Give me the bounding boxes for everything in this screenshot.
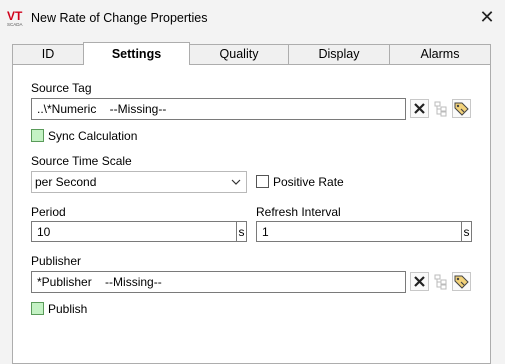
clear-x-icon[interactable] — [410, 99, 429, 118]
tab-quality[interactable]: Quality — [189, 44, 289, 64]
vtscada-logo-icon: VT SCADA — [7, 9, 27, 27]
period-label: Period — [31, 205, 66, 219]
svg-text:VT: VT — [7, 9, 23, 23]
tag-browse-disabled-icon — [431, 272, 450, 291]
publisher-value: *Publisher --Missing-- — [37, 275, 162, 289]
svg-text:SCADA: SCADA — [7, 22, 23, 27]
publish-checkbox[interactable] — [31, 302, 44, 315]
period-unit: s — [237, 221, 247, 242]
tab-display[interactable]: Display — [288, 44, 390, 64]
publisher-label: Publisher — [31, 254, 82, 268]
sync-calculation-label: Sync Calculation — [48, 129, 138, 143]
positive-rate-checkbox[interactable] — [256, 175, 269, 188]
close-icon[interactable]: ✕ — [476, 6, 498, 28]
refresh-interval-unit: s — [462, 221, 472, 242]
tab-settings[interactable]: Settings — [83, 42, 190, 65]
chevron-down-icon[interactable] — [230, 176, 242, 188]
source-tag-label: Source Tag — [31, 81, 92, 95]
positive-rate-label: Positive Rate — [273, 175, 344, 189]
source-time-scale-value: per Second — [35, 175, 97, 189]
publish-label: Publish — [48, 302, 88, 316]
refresh-interval-label: Refresh Interval — [256, 205, 341, 219]
sync-calculation-checkbox[interactable] — [31, 129, 44, 142]
tag-select-icon[interactable] — [452, 272, 471, 291]
tag-browse-disabled-icon — [431, 99, 450, 118]
refresh-interval-value: 1 — [262, 225, 269, 239]
tab-alarms[interactable]: Alarms — [389, 44, 491, 64]
window-title: New Rate of Change Properties — [31, 11, 208, 25]
clear-x-icon[interactable] — [410, 272, 429, 291]
tab-id[interactable]: ID — [12, 44, 84, 64]
refresh-interval-input[interactable] — [256, 221, 462, 242]
tag-select-icon[interactable] — [452, 99, 471, 118]
period-input[interactable] — [31, 221, 237, 242]
period-value: 10 — [37, 225, 51, 239]
source-time-scale-label: Source Time Scale — [31, 154, 132, 168]
source-tag-value: ..\*Numeric --Missing-- — [37, 102, 167, 116]
